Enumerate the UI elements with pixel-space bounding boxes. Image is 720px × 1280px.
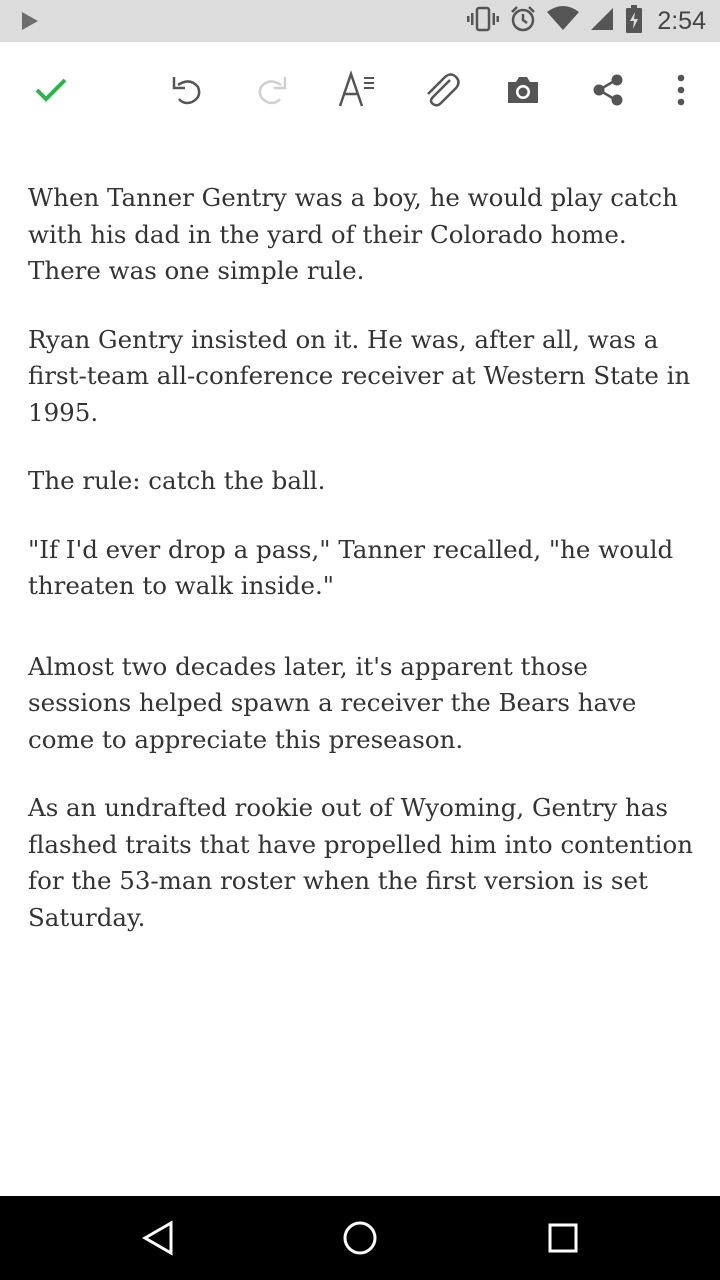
vibrate-icon [467,6,500,36]
editor-toolbar [0,42,720,138]
note-body[interactable]: When Tanner Gentry was a boy, he would p… [28,180,698,968]
back-icon[interactable] [134,1214,182,1262]
redo-icon[interactable] [248,66,296,114]
note-paragraph[interactable]: "If I'd ever drop a pass," Tanner recall… [28,532,698,605]
system-nav-bar [0,1196,720,1280]
note-paragraph[interactable]: Almost two decades later, it's apparent … [28,649,698,759]
share-icon[interactable] [584,66,632,114]
attach-icon[interactable] [416,66,464,114]
signal-icon [589,6,615,36]
undo-icon[interactable] [163,66,211,114]
note-paragraph[interactable]: Ryan Gentry insisted on it. He was, afte… [28,322,698,432]
more-vert-icon[interactable] [657,66,705,114]
home-icon[interactable] [336,1214,384,1262]
note-paragraph[interactable]: The rule: catch the ball. [28,463,698,500]
note-paragraph[interactable]: As an undrafted rookie out of Wyoming, G… [28,790,698,936]
battery-charging-icon [625,5,643,37]
wifi-icon [547,6,580,36]
note-paragraph[interactable]: When Tanner Gentry was a boy, he would p… [28,180,698,290]
text-format-icon[interactable] [332,66,380,114]
recents-icon[interactable] [539,1214,587,1262]
status-bar: 2:54 [0,0,720,42]
camera-icon[interactable] [499,66,547,114]
alarm-icon [509,5,537,37]
check-icon[interactable] [27,66,75,114]
status-time: 2:54 [657,6,706,35]
play-icon [20,10,40,36]
